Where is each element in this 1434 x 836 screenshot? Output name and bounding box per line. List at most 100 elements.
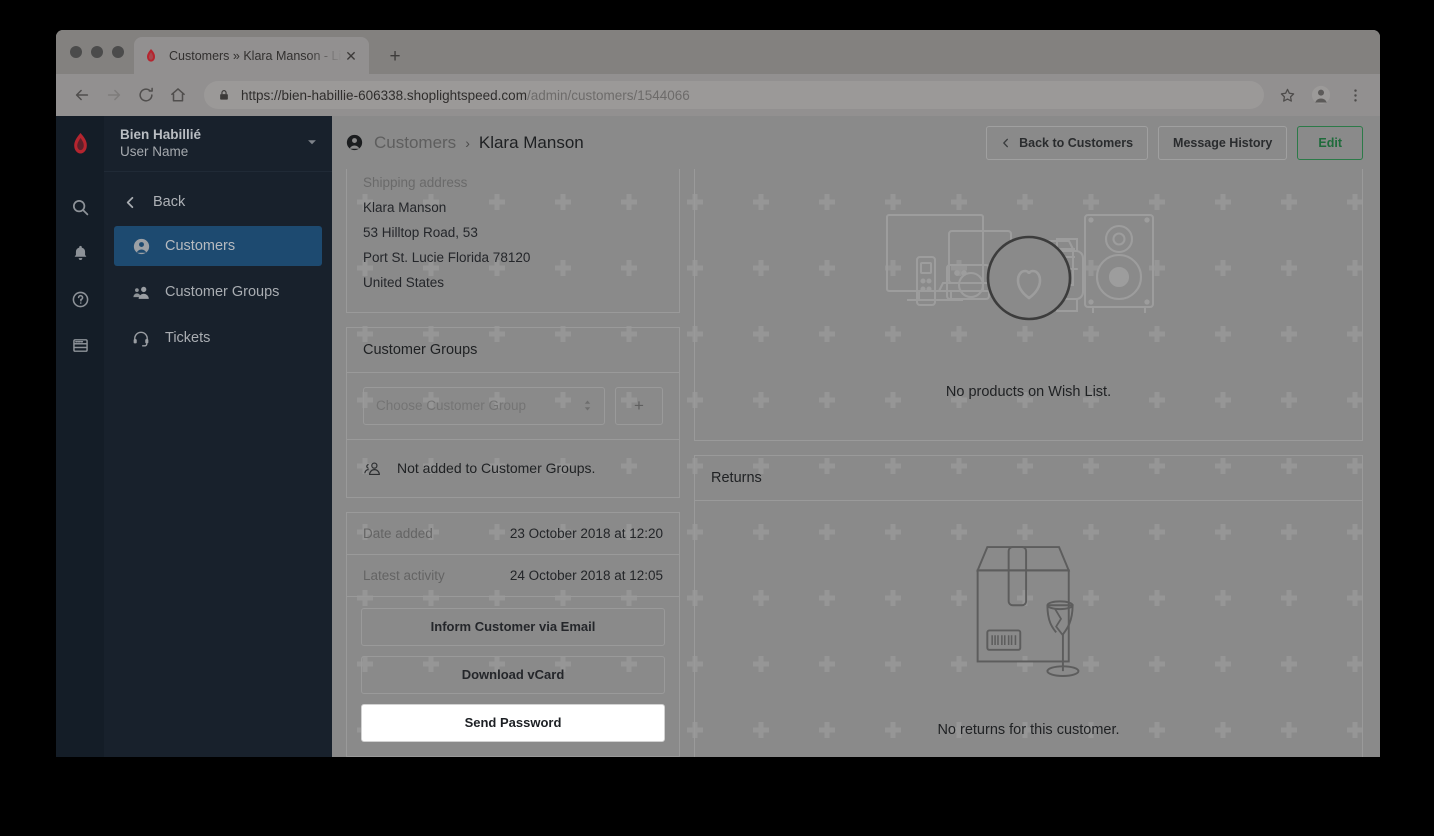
browser-tab-title: Customers » Klara Manson - Li	[169, 48, 342, 63]
sidebar-back-label: Back	[153, 194, 186, 210]
address-line: 53 Hilltop Road, 53	[363, 224, 478, 240]
browser-tab[interactable]: Customers » Klara Manson - Li ✕	[134, 37, 369, 74]
breadcrumb-parent[interactable]: Customers	[374, 133, 456, 153]
message-history-button[interactable]: Message History	[1158, 125, 1288, 160]
customer-groups-empty-text: Not added to Customer Groups.	[397, 460, 596, 477]
browser-toolbar: https://bien-habillie-606338.shoplightsp…	[56, 74, 1380, 116]
returns-empty-state: No returns for this customer.	[695, 501, 1362, 757]
shipping-address-label: Shipping address	[363, 175, 468, 190]
back-to-customers-button[interactable]: Back to Customers	[986, 125, 1149, 160]
reload-icon[interactable]	[130, 79, 162, 111]
maximize-window-button[interactable]	[112, 46, 124, 58]
address-line: Klara Manson	[363, 199, 447, 215]
close-window-button[interactable]	[70, 46, 82, 58]
device-frame: Customers » Klara Manson - Li ✕ + https:…	[0, 0, 1434, 836]
meta-key: Date added	[363, 525, 433, 541]
star-icon[interactable]	[1272, 80, 1302, 110]
address-line: Port St. Lucie Florida 78120	[363, 249, 531, 265]
select-arrows-icon	[583, 399, 592, 412]
send-password-button[interactable]: Send Password	[361, 703, 665, 742]
home-icon[interactable]	[162, 79, 194, 111]
lightspeed-flame-logo[interactable]	[56, 116, 104, 172]
window-traffic-lights[interactable]	[70, 46, 124, 58]
headset-icon	[130, 330, 152, 347]
forward-icon[interactable]	[98, 79, 130, 111]
users-group-icon	[130, 284, 152, 301]
lightspeed-flame-icon	[143, 48, 159, 64]
right-column: No products on Wish List. Returns No ret…	[694, 169, 1363, 757]
kebab-menu-icon[interactable]	[1340, 80, 1370, 110]
sidebar-item-tickets[interactable]: Tickets	[114, 318, 322, 358]
customer-groups-picker: Choose Customer Group +	[347, 373, 679, 440]
sidebar-back-button[interactable]: Back	[104, 181, 332, 223]
chevron-left-icon	[124, 196, 137, 209]
address-bar[interactable]: https://bien-habillie-606338.shoplightsp…	[204, 81, 1264, 109]
user-name: User Name	[120, 143, 189, 159]
edit-label: Edit	[1318, 135, 1342, 150]
chevron-down-icon	[306, 135, 318, 153]
shipping-address-card: Shipping address Klara Manson 53 Hilltop…	[346, 169, 680, 313]
account-text: Bien Habillié User Name	[120, 127, 306, 161]
choose-customer-group-select[interactable]: Choose Customer Group	[363, 386, 605, 425]
user-circle-icon	[130, 238, 152, 255]
application-area: Bien Habillié User Name Back Customers C…	[56, 116, 1380, 757]
meta-value: 23 October 2018 at 12:20	[509, 525, 663, 541]
browser-tab-strip: Customers » Klara Manson - Li ✕ +	[56, 30, 1380, 74]
page-title: Klara Manson	[478, 132, 584, 152]
back-icon[interactable]	[66, 79, 98, 111]
page-body: Shipping address Klara Manson 53 Hilltop…	[332, 169, 1380, 757]
sidebar-item-label: Customers	[165, 238, 236, 254]
lock-icon	[218, 89, 230, 101]
returns-empty-text: No returns for this customer.	[937, 722, 1120, 738]
choose-customer-group-placeholder: Choose Customer Group	[376, 398, 527, 414]
sidebar-item-label: Tickets	[165, 330, 211, 346]
search-icon[interactable]	[57, 184, 103, 230]
meta-key: Latest activity	[363, 567, 445, 583]
notifications-bell-icon[interactable]	[57, 230, 103, 276]
breadcrumb-separator: ›	[465, 134, 470, 151]
apps-window-icon[interactable]	[57, 322, 103, 368]
account-switcher[interactable]: Bien Habillié User Name	[104, 116, 332, 172]
meta-value: 24 October 2018 at 12:05	[509, 567, 663, 583]
shop-name: Bien Habillié	[120, 126, 202, 142]
meta-row-latest-activity: Latest activity 24 October 2018 at 12:05	[347, 555, 679, 597]
content-area: Customers › Klara Manson Back to Custome…	[332, 116, 1380, 757]
toolbar-actions	[1272, 80, 1370, 110]
address-line: United States	[363, 274, 445, 290]
sidebar-item-label: Customer Groups	[165, 284, 280, 300]
customer-actions: Inform Customer via Email Download vCard…	[347, 597, 679, 756]
customer-groups-title: Customer Groups	[347, 328, 679, 373]
wishlist-card: No products on Wish List.	[694, 169, 1363, 441]
wishlist-empty-text: No products on Wish List.	[945, 384, 1112, 400]
left-column: Shipping address Klara Manson 53 Hilltop…	[346, 169, 680, 757]
returns-card: Returns No returns for this customer.	[694, 455, 1363, 757]
wishlist-empty-state: No products on Wish List.	[695, 169, 1362, 440]
add-customer-group-button[interactable]: +	[615, 386, 663, 425]
sidebar-item-customers[interactable]: Customers	[114, 226, 322, 266]
address-bar-text: https://bien-habillie-606338.shoplightsp…	[241, 87, 690, 103]
message-history-label: Message History	[1173, 135, 1273, 150]
sidebar-item-customer-groups[interactable]: Customer Groups	[114, 272, 322, 312]
help-circle-icon[interactable]	[57, 276, 103, 322]
meta-row-date-added: Date added 23 October 2018 at 12:20	[347, 513, 679, 555]
icon-rail	[56, 116, 104, 757]
edit-button[interactable]: Edit	[1297, 125, 1363, 160]
page-header: Customers › Klara Manson Back to Custome…	[332, 116, 1380, 169]
electronics-with-heart-magnifier-illustration	[879, 203, 1179, 358]
new-tab-button[interactable]: +	[383, 44, 407, 68]
minimize-window-button[interactable]	[91, 46, 103, 58]
customer-groups-empty-state: Not added to Customer Groups.	[347, 440, 679, 497]
returns-title: Returns	[695, 456, 1362, 501]
sidebar-nav-panel: Bien Habillié User Name Back Customers C…	[104, 116, 332, 757]
inform-customer-via-email-button[interactable]: Inform Customer via Email	[361, 607, 665, 646]
profile-avatar-icon[interactable]	[1306, 80, 1336, 110]
close-icon[interactable]: ✕	[342, 47, 360, 65]
browser-window: Customers » Klara Manson - Li ✕ + https:…	[56, 30, 1380, 757]
download-vcard-button[interactable]: Download vCard	[361, 655, 665, 694]
chevron-left-icon	[1001, 138, 1011, 148]
back-to-customers-label: Back to Customers	[1019, 135, 1134, 150]
customer-meta-card: Date added 23 October 2018 at 12:20 Late…	[346, 511, 680, 757]
box-with-broken-glass-illustration	[966, 535, 1092, 696]
users-group-icon	[363, 460, 382, 477]
user-circle-icon	[346, 134, 363, 151]
